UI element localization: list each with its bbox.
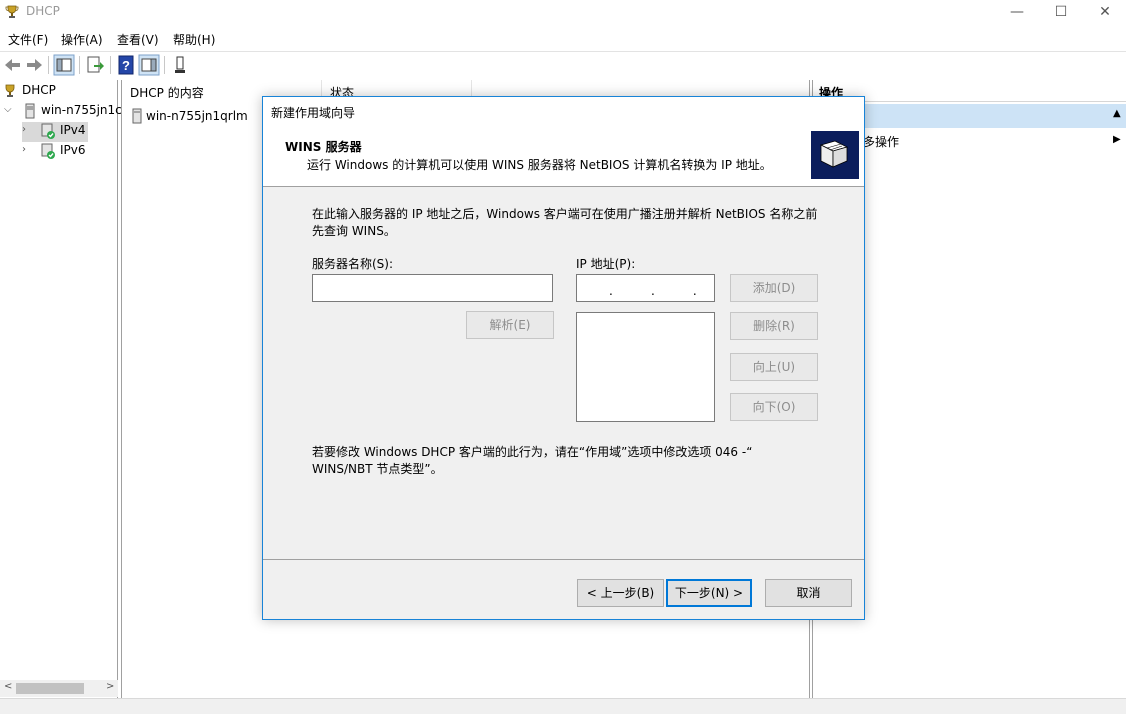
toolbar-separator bbox=[110, 56, 111, 74]
tree-label: IPv6 bbox=[60, 143, 86, 157]
show-hide-console-tree-icon[interactable] bbox=[53, 54, 75, 76]
show-hide-action-pane-icon[interactable] bbox=[138, 54, 160, 76]
remove-button[interactable]: 删除(R) bbox=[730, 312, 818, 340]
chevron-right-icon[interactable]: › bbox=[22, 144, 26, 155]
tree-item-ipv4[interactable]: › IPv4 bbox=[22, 122, 88, 142]
menu-file[interactable]: 文件(F) bbox=[8, 31, 48, 48]
server-name-label: 服务器名称(S): bbox=[312, 257, 394, 271]
tree-horizontal-scrollbar[interactable]: < > bbox=[0, 680, 118, 697]
toolbar-separator bbox=[79, 56, 80, 74]
menu-view[interactable]: 查看(V) bbox=[117, 31, 159, 48]
minimize-button[interactable]: — bbox=[994, 0, 1040, 26]
scroll-left-icon[interactable]: < bbox=[4, 681, 12, 692]
tree-label: IPv4 bbox=[60, 123, 86, 137]
export-list-icon[interactable] bbox=[84, 54, 106, 76]
console-tree: DHCP ⌵ win-n755jn1c › IPv4 › IPv6 < > bbox=[0, 80, 122, 698]
move-up-button[interactable]: 向上(U) bbox=[730, 353, 818, 381]
intro-line: 先查询 WINS。 bbox=[312, 224, 396, 238]
menu-action[interactable]: 操作(A) bbox=[61, 31, 103, 48]
toolbar: ? bbox=[0, 51, 1126, 77]
ipv6-status-icon bbox=[41, 143, 55, 159]
submenu-arrow-icon: ▶ bbox=[1113, 134, 1121, 145]
back-arrow-icon[interactable] bbox=[2, 54, 24, 76]
move-down-button[interactable]: 向下(O) bbox=[730, 393, 818, 421]
intro-line: 在此输入服务器的 IP 地址之后，Windows 客户端可在使用广播注册并解析 … bbox=[312, 207, 818, 221]
wizard-body: 在此输入服务器的 IP 地址之后，Windows 客户端可在使用广播注册并解析 … bbox=[263, 187, 864, 559]
wizard-footer: < 上一步(B) 下一步(N) > 取消 bbox=[263, 559, 864, 619]
new-scope-wizard-dialog: 新建作用域向导 WINS 服务器 运行 Windows 的计算机可以使用 WIN… bbox=[262, 96, 865, 620]
ip-octet-separators: . . . bbox=[609, 284, 697, 298]
dhcp-trophy-icon bbox=[5, 5, 19, 18]
scroll-right-icon[interactable]: > bbox=[106, 681, 114, 692]
wizard-banner: WINS 服务器 运行 Windows 的计算机可以使用 WINS 服务器将 N… bbox=[263, 125, 864, 187]
resolve-button[interactable]: 解析(E) bbox=[466, 311, 554, 339]
dialog-title: 新建作用域向导 bbox=[263, 97, 864, 125]
dhcp-trophy-icon bbox=[5, 84, 15, 97]
list-item-label: win-n755jn1qrlm bbox=[146, 109, 248, 123]
server-name-input[interactable] bbox=[312, 274, 553, 302]
collapse-up-icon[interactable]: ▲ bbox=[1113, 108, 1121, 119]
more-actions-item[interactable]: 多操作 bbox=[863, 133, 899, 150]
add-button[interactable]: 添加(D) bbox=[730, 274, 818, 302]
server-status-icon[interactable] bbox=[169, 54, 191, 76]
menu-help[interactable]: 帮助(H) bbox=[173, 31, 215, 48]
help-icon[interactable]: ? bbox=[115, 54, 137, 76]
next-button[interactable]: 下一步(N) > bbox=[666, 579, 752, 607]
banner-title: WINS 服务器 bbox=[285, 140, 362, 154]
note-line: WINS/NBT 节点类型”。 bbox=[312, 462, 443, 476]
intro-text: 在此输入服务器的 IP 地址之后，Windows 客户端可在使用广播注册并解析 … bbox=[312, 206, 832, 240]
chevron-right-icon[interactable]: › bbox=[22, 124, 26, 135]
chevron-down-icon[interactable]: ⌵ bbox=[4, 104, 12, 115]
server-icon bbox=[132, 108, 142, 124]
maximize-button[interactable]: ☐ bbox=[1038, 0, 1084, 26]
ip-address-input[interactable]: . . . bbox=[576, 274, 715, 302]
server-icon bbox=[25, 103, 35, 119]
note-text: 若要修改 Windows DHCP 客户端的此行为，请在“作用域”选项中修改选项… bbox=[312, 444, 782, 478]
wizard-folders-icon bbox=[811, 131, 859, 179]
toolbar-separator bbox=[164, 56, 165, 74]
window-titlebar: DHCP — ☐ ✕ bbox=[0, 0, 1126, 26]
tree-label: win-n755jn1c bbox=[41, 103, 122, 117]
ip-address-label: IP 地址(P): bbox=[576, 257, 636, 271]
toolbar-separator bbox=[48, 56, 49, 74]
status-bar bbox=[0, 698, 1126, 714]
note-line: 若要修改 Windows DHCP 客户端的此行为，请在“作用域”选项中修改选项… bbox=[312, 445, 753, 459]
back-button[interactable]: < 上一步(B) bbox=[577, 579, 664, 607]
svg-text:?: ? bbox=[122, 58, 130, 73]
menu-bar: 文件(F) 操作(A) 查看(V) 帮助(H) bbox=[0, 28, 1126, 50]
banner-subtitle: 运行 Windows 的计算机可以使用 WINS 服务器将 NetBIOS 计算… bbox=[307, 158, 772, 172]
forward-arrow-icon[interactable] bbox=[23, 54, 45, 76]
ipv4-status-icon bbox=[41, 123, 55, 139]
cancel-button[interactable]: 取消 bbox=[765, 579, 852, 607]
window-title: DHCP bbox=[26, 4, 60, 18]
close-button[interactable]: ✕ bbox=[1082, 0, 1126, 26]
wins-server-list[interactable] bbox=[576, 312, 715, 422]
tree-label: DHCP bbox=[22, 83, 56, 97]
scrollbar-thumb[interactable] bbox=[16, 683, 84, 694]
